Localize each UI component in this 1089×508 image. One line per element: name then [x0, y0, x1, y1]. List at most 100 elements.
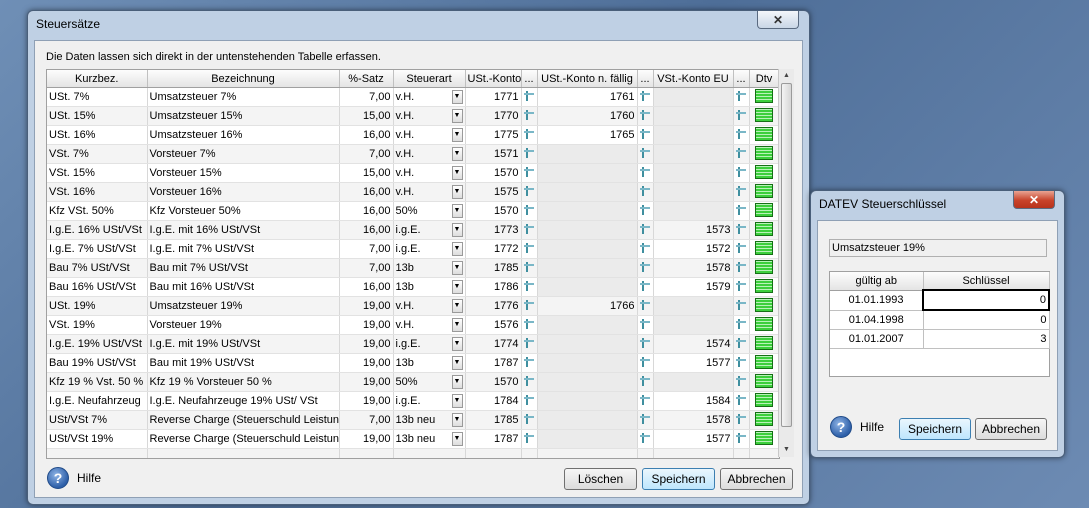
cell-satz[interactable]: 16,00 [339, 277, 394, 297]
cell-satz[interactable]: 16,00 [339, 220, 394, 240]
cell-dtv[interactable] [749, 125, 779, 145]
cell-bezeichnung[interactable]: I.g.E. Neufahrzeuge 19% USt/ VSt [147, 391, 340, 411]
cell-gueltig-ab[interactable]: 01.04.1998 [830, 310, 924, 330]
datev-icon[interactable] [755, 126, 773, 141]
cell-eu-picker[interactable] [733, 87, 750, 107]
datev-icon[interactable] [755, 430, 773, 445]
cell-bezeichnung[interactable]: Reverse Charge (Steuerschuld Leistung [147, 410, 340, 430]
cell-dtv[interactable] [749, 239, 779, 259]
picker-icon[interactable] [523, 337, 534, 348]
cell-bezeichnung[interactable]: Vorsteuer 7% [147, 144, 340, 164]
cell-bezeichnung[interactable]: Bau mit 16% USt/VSt [147, 277, 340, 297]
cell-steuerart[interactable]: i.g.E. ▼ [393, 391, 466, 411]
cell-dtv[interactable] [749, 277, 779, 297]
picker-icon[interactable] [735, 375, 746, 386]
dropdown-arrow-icon[interactable]: ▼ [451, 375, 463, 389]
cell-ust-picker[interactable] [521, 353, 538, 373]
table-row[interactable]: Bau 16% USt/VSt Bau mit 16% USt/VSt 16,00 1… [47, 277, 779, 297]
cell-satz[interactable]: 16,00 [339, 182, 394, 202]
cell-ust-konto[interactable]: 1570 [465, 163, 522, 183]
cell-nf-picker[interactable] [637, 182, 654, 202]
cell-ust-konto[interactable]: 1772 [465, 239, 522, 259]
cell-bezeichnung[interactable]: I.g.E. mit 16% USt/VSt [147, 220, 340, 240]
cell-nf-picker[interactable] [637, 277, 654, 297]
cell-satz[interactable]: 7,00 [339, 87, 394, 107]
dropdown-arrow-icon[interactable]: ▼ [451, 318, 463, 332]
picker-icon[interactable] [639, 109, 650, 120]
cell-nf-picker[interactable] [637, 106, 654, 126]
scroll-up-arrow[interactable]: ▲ [779, 69, 794, 83]
picker-icon[interactable] [639, 90, 650, 101]
cell-bezeichnung[interactable]: Umsatzsteuer 16% [147, 125, 340, 145]
table-scrollbar[interactable]: ▲ ▼ [778, 69, 794, 457]
empty-cell[interactable] [147, 448, 340, 458]
cell-nf-picker[interactable] [637, 296, 654, 316]
scroll-down-arrow[interactable]: ▼ [779, 443, 794, 457]
picker-icon[interactable] [735, 166, 746, 177]
dropdown-arrow-icon[interactable]: ▼ [451, 90, 463, 104]
datev-column-header[interactable]: gültig ab [830, 272, 924, 291]
cell-steuerart[interactable]: 13b neu ▼ [393, 410, 466, 430]
cell-ust-konto[interactable]: 1787 [465, 353, 522, 373]
picker-icon[interactable] [639, 147, 650, 158]
dropdown-arrow-icon[interactable]: ▼ [451, 394, 463, 408]
cell-ust-picker[interactable] [521, 410, 538, 430]
picker-icon[interactable] [735, 185, 746, 196]
cell-ust-nf[interactable] [537, 277, 638, 297]
datev-icon[interactable] [755, 88, 773, 103]
cell-kurzbez[interactable]: Bau 16% USt/VSt [47, 277, 148, 297]
cell-dtv[interactable] [749, 391, 779, 411]
datev-icon[interactable] [755, 202, 773, 217]
cell-nf-picker[interactable] [637, 315, 654, 335]
cell-nf-picker[interactable] [637, 220, 654, 240]
cell-ust-konto[interactable]: 1571 [465, 144, 522, 164]
cell-ust-konto[interactable]: 1785 [465, 410, 522, 430]
cell-vst-eu[interactable] [653, 125, 734, 145]
dropdown-arrow-icon[interactable]: ▼ [451, 147, 463, 161]
cell-steuerart[interactable]: v.H. ▼ [393, 106, 466, 126]
dropdown-arrow-icon[interactable]: ▼ [451, 242, 463, 256]
column-header[interactable]: Bezeichnung [147, 70, 340, 88]
cell-ust-konto[interactable]: 1776 [465, 296, 522, 316]
cell-nf-picker[interactable] [637, 144, 654, 164]
datev-icon[interactable] [755, 354, 773, 369]
picker-icon[interactable] [523, 128, 534, 139]
cell-kurzbez[interactable]: VSt. 19% [47, 315, 148, 335]
picker-icon[interactable] [523, 299, 534, 310]
cell-nf-picker[interactable] [637, 258, 654, 278]
picker-icon[interactable] [639, 166, 650, 177]
cell-steuerart[interactable]: v.H. ▼ [393, 315, 466, 335]
cell-steuerart[interactable]: 13b ▼ [393, 277, 466, 297]
cell-eu-picker[interactable] [733, 182, 750, 202]
dropdown-arrow-icon[interactable]: ▼ [451, 356, 463, 370]
datev-icon[interactable] [755, 411, 773, 426]
cell-vst-eu[interactable] [653, 163, 734, 183]
cell-dtv[interactable] [749, 144, 779, 164]
table-row[interactable]: Bau 19% USt/VSt Bau mit 19% USt/VSt 19,00 1… [47, 353, 779, 373]
cell-kurzbez[interactable]: I.g.E. 7% USt/VSt [47, 239, 148, 259]
cell-vst-eu[interactable]: 1578 [653, 410, 734, 430]
dropdown-arrow-icon[interactable]: ▼ [451, 109, 463, 123]
picker-icon[interactable] [735, 90, 746, 101]
empty-cell[interactable] [521, 448, 538, 458]
dropdown-arrow-icon[interactable]: ▼ [451, 337, 463, 351]
datev-icon[interactable] [755, 335, 773, 350]
picker-icon[interactable] [523, 394, 534, 405]
cell-ust-nf[interactable] [537, 315, 638, 335]
picker-icon[interactable] [735, 280, 746, 291]
cell-kurzbez[interactable]: I.g.E. 19% USt/VSt [47, 334, 148, 354]
cell-kurzbez[interactable]: I.g.E. 16% USt/VSt [47, 220, 148, 240]
empty-cell[interactable] [749, 448, 779, 458]
cell-vst-eu[interactable]: 1577 [653, 429, 734, 449]
cell-ust-nf[interactable]: 1761 [537, 87, 638, 107]
cell-ust-picker[interactable] [521, 239, 538, 259]
cell-eu-picker[interactable] [733, 315, 750, 335]
cell-eu-picker[interactable] [733, 429, 750, 449]
cell-satz[interactable]: 19,00 [339, 296, 394, 316]
datev-column-header[interactable]: Schlüssel [923, 272, 1050, 291]
picker-icon[interactable] [523, 223, 534, 234]
cell-ust-picker[interactable] [521, 372, 538, 392]
picker-icon[interactable] [639, 223, 650, 234]
cell-bezeichnung[interactable]: Vorsteuer 19% [147, 315, 340, 335]
cell-eu-picker[interactable] [733, 410, 750, 430]
